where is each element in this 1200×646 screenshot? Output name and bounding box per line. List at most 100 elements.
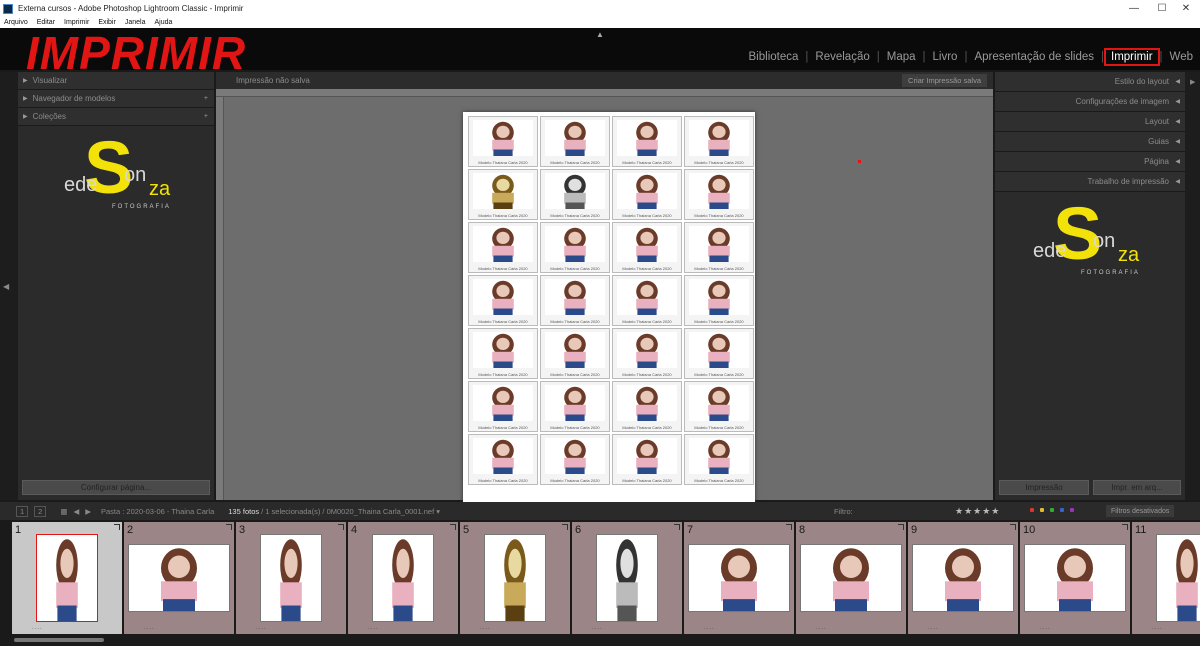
filmstrip-thumbnail[interactable]: 9 ···· [908, 522, 1018, 634]
contact-sheet-cell[interactable]: Modelo Thaiana Carla 2020 [468, 434, 538, 485]
filmstrip-thumbnail[interactable]: 6 ···· [572, 522, 682, 634]
triangle-right-icon: ▶ [23, 114, 28, 120]
filters-off-dropdown[interactable]: Filtros desativados [1106, 505, 1175, 517]
panel-guias[interactable]: Guias ◀ [995, 132, 1185, 152]
menu-imprimir[interactable]: Imprimir [64, 19, 89, 26]
module-revelacao[interactable]: Revelação [808, 51, 876, 63]
thumbnail-rating: ···· [704, 626, 715, 632]
filmstrip-thumbnail[interactable]: 4 ···· [348, 522, 458, 634]
menu-arquivo[interactable]: Arquivo [4, 19, 28, 26]
contact-sheet-cell[interactable]: Modelo Thaiana Carla 2020 [684, 222, 754, 273]
panel-estilo-do-layout[interactable]: Estilo do layout ◀ [995, 72, 1185, 92]
menu-exibir[interactable]: Exibir [98, 19, 116, 26]
color-label-red[interactable] [1030, 508, 1034, 512]
grid-view-icon[interactable]: ▦ [60, 507, 67, 516]
color-label-purple[interactable] [1070, 508, 1074, 512]
right-edge-track[interactable] [1185, 72, 1200, 500]
filmstrip-thumbnail[interactable]: 10 ···· [1020, 522, 1130, 634]
filmstrip-thumbnail[interactable]: 8 ···· [796, 522, 906, 634]
watermark-logo-left: S ede on za FOTOGRAFIA [64, 126, 184, 224]
menu-editar[interactable]: Editar [37, 19, 55, 26]
filmstrip-scrollbar[interactable] [14, 638, 104, 642]
contact-sheet-cell[interactable]: Modelo Thaiana Carla 2020 [468, 381, 538, 432]
contact-sheet-cell[interactable]: Modelo Thaiana Carla 2020 [612, 434, 682, 485]
contact-sheet-cell[interactable]: Modelo Thaiana Carla 2020 [612, 381, 682, 432]
color-label-blue[interactable] [1060, 508, 1064, 512]
photo-thumbnail [545, 279, 605, 315]
create-saved-print-button[interactable]: Criar Impressão salva [902, 74, 987, 87]
contact-sheet-cell[interactable]: Modelo Thaiana Carla 2020 [612, 169, 682, 220]
print-button[interactable]: Impressão [999, 480, 1089, 495]
photo-caption: Modelo Thaiana Carla 2020 [550, 478, 600, 483]
collapse-top-arrow-icon[interactable]: ▲ [596, 30, 604, 39]
contact-sheet-cell[interactable]: Modelo Thaiana Carla 2020 [540, 116, 610, 167]
right-panel-toggle-icon[interactable]: ▶ [1190, 78, 1195, 86]
contact-sheet-cell[interactable]: Modelo Thaiana Carla 2020 [540, 222, 610, 273]
module-mapa[interactable]: Mapa [880, 51, 923, 63]
contact-sheet-cell[interactable]: Modelo Thaiana Carla 2020 [684, 275, 754, 326]
panel-layout[interactable]: Layout ◀ [995, 112, 1185, 132]
panel-configuracoes-de-imagem[interactable]: Configurações de imagem ◀ [995, 92, 1185, 112]
selection-info[interactable]: / 1 selecionada(s) / 0M0020_Thaina Carla… [261, 507, 440, 516]
contact-sheet-cell[interactable]: Modelo Thaiana Carla 2020 [612, 328, 682, 379]
configure-page-button[interactable]: Configurar página... [22, 480, 210, 495]
contact-sheet-cell[interactable]: Modelo Thaiana Carla 2020 [684, 381, 754, 432]
contact-sheet-cell[interactable]: Modelo Thaiana Carla 2020 [540, 169, 610, 220]
module-imprimir[interactable]: Imprimir [1104, 48, 1160, 66]
panel-trabalho-de-impressao[interactable]: Trabalho de impressão ◀ [995, 172, 1185, 192]
panel-colecoes[interactable]: ▶ Coleções + [18, 108, 214, 126]
color-label-green[interactable] [1050, 508, 1054, 512]
panel-pagina[interactable]: Página ◀ [995, 152, 1185, 172]
module-web[interactable]: Web [1163, 51, 1200, 63]
thumbnail-image [1156, 534, 1200, 622]
contact-sheet-cell[interactable]: Modelo Thaiana Carla 2020 [468, 169, 538, 220]
module-livro[interactable]: Livro [926, 51, 965, 63]
contact-sheet-cell[interactable]: Modelo Thaiana Carla 2020 [468, 328, 538, 379]
contact-sheet-cell[interactable]: Modelo Thaiana Carla 2020 [540, 381, 610, 432]
filmstrip-thumbnail[interactable]: 7 ···· [684, 522, 794, 634]
module-apresentacao[interactable]: Apresentação de slides [967, 51, 1101, 63]
contact-sheet-cell[interactable]: Modelo Thaiana Carla 2020 [684, 434, 754, 485]
panel-navegador-de-modelos[interactable]: ▶ Navegador de modelos + [18, 90, 214, 108]
contact-sheet-cell[interactable]: Modelo Thaiana Carla 2020 [540, 328, 610, 379]
print-preview-area: Impressão não salva Criar Impressão salv… [216, 72, 993, 559]
filmstrip-thumbnail[interactable]: 11 ···· [1132, 522, 1200, 634]
vertical-ruler [216, 97, 224, 500]
filmstrip-thumbnail[interactable]: 2 ···· [124, 522, 234, 634]
contact-sheet-cell[interactable]: Modelo Thaiana Carla 2020 [612, 275, 682, 326]
add-collection-icon[interactable]: + [204, 113, 208, 120]
contact-sheet-cell[interactable]: Modelo Thaiana Carla 2020 [468, 275, 538, 326]
back-arrow-icon[interactable]: ◀ [73, 507, 79, 516]
add-template-icon[interactable]: + [204, 95, 208, 102]
module-biblioteca[interactable]: Biblioteca [742, 51, 806, 63]
page-2-button[interactable]: 2 [34, 505, 47, 517]
contact-sheet-cell[interactable]: Modelo Thaiana Carla 2020 [540, 434, 610, 485]
filmstrip-thumbnail[interactable]: 5 ···· [460, 522, 570, 634]
filmstrip-thumbnail[interactable]: 1 ···· [12, 522, 122, 634]
contact-sheet-cell[interactable]: Modelo Thaiana Carla 2020 [468, 222, 538, 273]
thumbnail-corner-icon [786, 524, 792, 530]
menu-ajuda[interactable]: Ajuda [154, 19, 172, 26]
source-path[interactable]: Pasta : 2020-03-06 - Thaina Carla [101, 507, 214, 516]
contact-sheet-cell[interactable]: Modelo Thaiana Carla 2020 [612, 222, 682, 273]
contact-sheet-cell[interactable]: Modelo Thaiana Carla 2020 [684, 328, 754, 379]
minimize-button[interactable]: — [1120, 0, 1148, 17]
forward-arrow-icon[interactable]: ▶ [85, 507, 91, 516]
close-button[interactable]: ✕ [1172, 0, 1200, 17]
filmstrip-thumbnail[interactable]: 3 ···· [236, 522, 346, 634]
contact-sheet-cell[interactable]: Modelo Thaiana Carla 2020 [540, 275, 610, 326]
print-to-file-button[interactable]: Impr. em arq... [1093, 480, 1181, 495]
contact-sheet-cell[interactable]: Modelo Thaiana Carla 2020 [612, 116, 682, 167]
rating-filter-stars[interactable]: ★★★★★ [955, 506, 1000, 517]
contact-sheet-cell[interactable]: Modelo Thaiana Carla 2020 [468, 116, 538, 167]
left-panel-toggle-icon[interactable]: ◀ [3, 282, 9, 291]
page-1-button[interactable]: 1 [16, 505, 29, 517]
contact-sheet-cell[interactable]: Modelo Thaiana Carla 2020 [684, 116, 754, 167]
photo-caption: Modelo Thaiana Carla 2020 [622, 160, 672, 165]
print-page[interactable]: Modelo Thaiana Carla 2020 Modelo Thaiana … [463, 112, 755, 559]
thumbnail-corner-icon [898, 524, 904, 530]
color-label-yellow[interactable] [1040, 508, 1044, 512]
contact-sheet-cell[interactable]: Modelo Thaiana Carla 2020 [684, 169, 754, 220]
panel-visualizar[interactable]: ▶ Visualizar [18, 72, 214, 90]
menu-janela[interactable]: Janela [125, 19, 146, 26]
